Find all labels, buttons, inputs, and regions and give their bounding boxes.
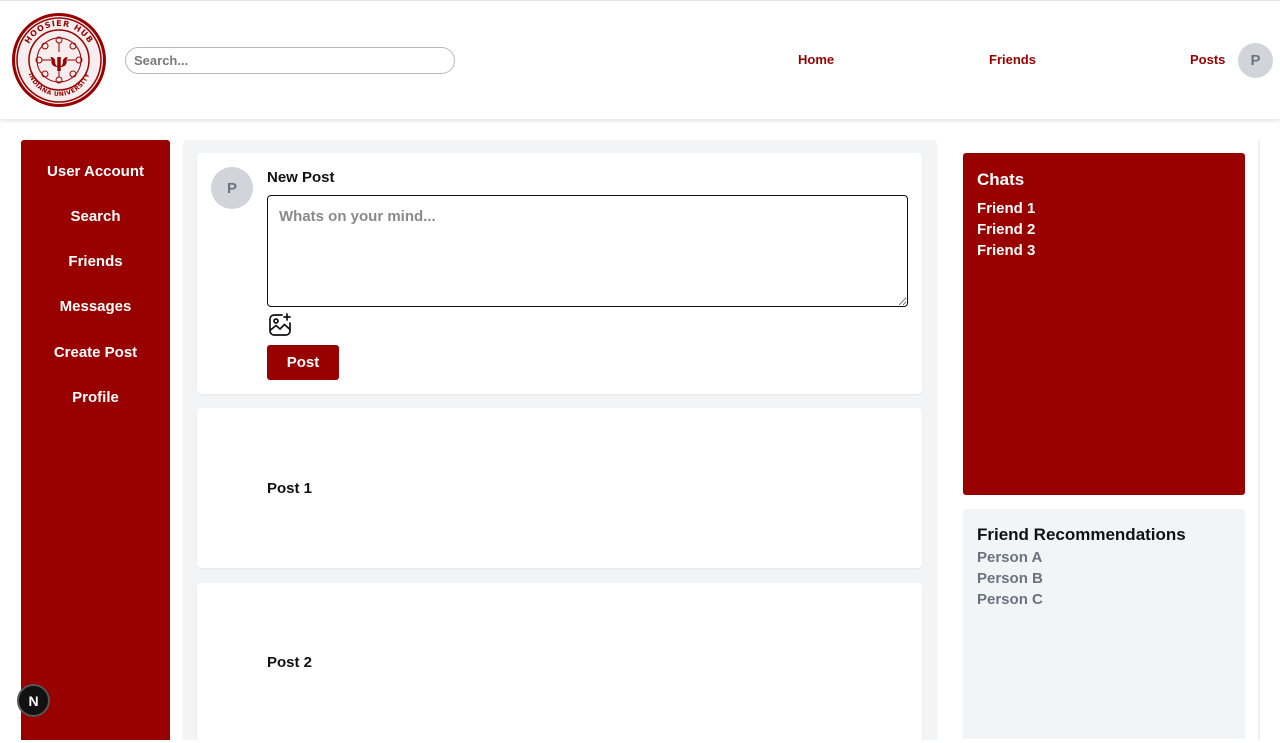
chat-item-friend-1[interactable]: Friend 1 <box>977 200 1035 217</box>
main-feed: P New Post Post Post 1 Post 2 <box>183 140 937 743</box>
chat-item-friend-2[interactable]: Friend 2 <box>977 221 1035 238</box>
sidebar-item-search[interactable]: Search <box>21 208 170 225</box>
left-sidebar: User Account Search Friends Messages Cre… <box>21 140 170 740</box>
nav-friends[interactable]: Friends <box>989 52 1036 68</box>
new-post-title: New Post <box>267 169 335 186</box>
dev-tools-badge[interactable]: N <box>17 684 50 717</box>
post-title: Post 1 <box>267 480 313 497</box>
image-add-icon[interactable] <box>267 312 293 338</box>
chats-title: Chats <box>977 170 1025 189</box>
recommendation-person-a[interactable]: Person A <box>977 549 1042 566</box>
sidebar-item-create-post[interactable]: Create Post <box>21 344 170 361</box>
post-card-2: Post 2 <box>197 583 922 743</box>
post-card-1: Post 1 <box>197 408 922 568</box>
sidebar-item-messages[interactable]: Messages <box>21 298 170 315</box>
search-input[interactable] <box>125 47 455 74</box>
recommendations-title: Friend Recommendations <box>977 525 1186 544</box>
post-button[interactable]: Post <box>267 345 339 380</box>
post-title: Post 2 <box>267 654 313 671</box>
nav-home[interactable]: Home <box>798 52 834 68</box>
friend-recommendations-panel: Friend Recommendations Person A Person B… <box>963 509 1245 739</box>
sidebar-item-friends[interactable]: Friends <box>21 253 170 270</box>
sidebar-item-profile[interactable]: Profile <box>21 389 170 406</box>
recommendation-person-b[interactable]: Person B <box>977 570 1043 587</box>
recommendation-person-c[interactable]: Person C <box>977 591 1043 608</box>
new-post-card: P New Post Post <box>197 153 922 394</box>
composer-avatar: P <box>211 167 253 209</box>
user-avatar[interactable]: P <box>1238 43 1273 78</box>
chats-panel: Chats Friend 1 Friend 2 Friend 3 <box>963 153 1245 495</box>
right-divider <box>1258 140 1260 740</box>
post-text-input[interactable] <box>267 195 908 307</box>
hoosier-hub-logo[interactable]: HOOSIER HUB INDIANA UNIVERSITY ψ <box>11 12 107 108</box>
nav-posts[interactable]: Posts <box>1190 52 1225 68</box>
sidebar-item-user-account[interactable]: User Account <box>21 163 170 180</box>
logo-trident: ψ <box>50 48 69 72</box>
top-header: HOOSIER HUB INDIANA UNIVERSITY ψ Home Fr… <box>0 0 1280 119</box>
chat-item-friend-3[interactable]: Friend 3 <box>977 242 1035 259</box>
